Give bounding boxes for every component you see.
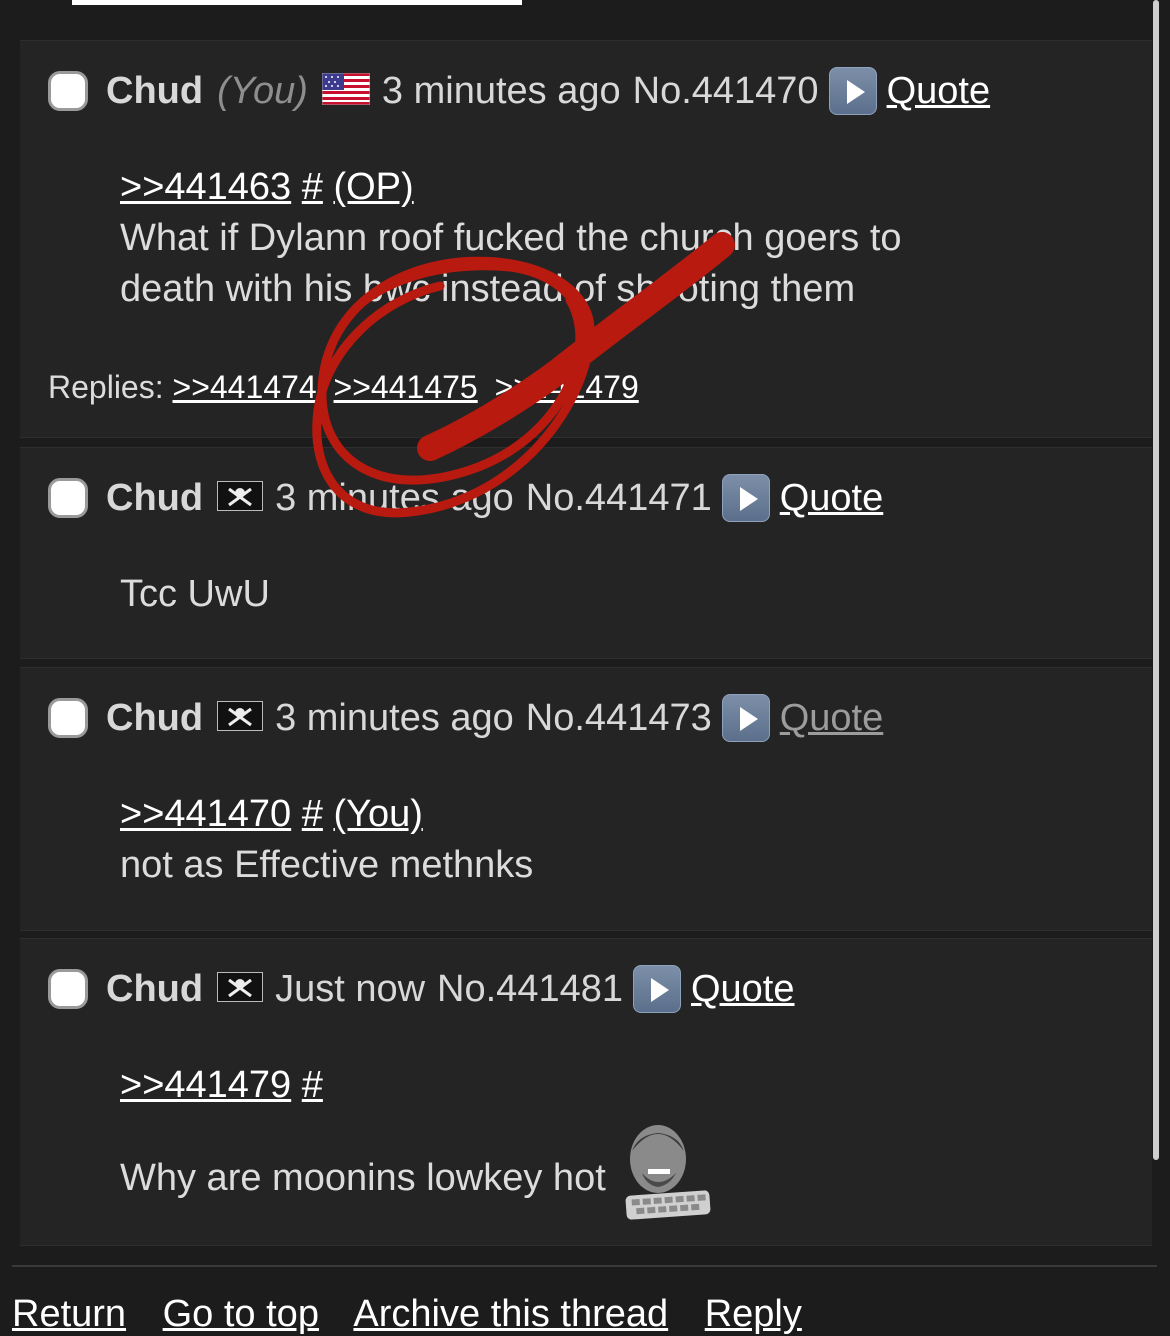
post-441481: Chud Just now No.441481 Quote >>441479 #…: [20, 938, 1152, 1246]
pirate-flag-icon: [216, 699, 265, 736]
chad-keyboard-emoji-icon: [618, 1121, 714, 1235]
post-time: 3 minutes ago: [381, 69, 621, 112]
op-tag[interactable]: (OP): [333, 166, 413, 208]
post-time: 3 minutes ago: [275, 696, 514, 739]
reply-backlink[interactable]: >>441470: [120, 793, 291, 835]
post-header: Chud 3 minutes ago No.441473 Quote: [48, 688, 883, 748]
reply-link[interactable]: >>441479: [495, 369, 639, 405]
post-body: Tcc UwU: [120, 569, 270, 620]
post-441470: Chud (You) 3 minutes ago No.441470 Quote…: [20, 40, 1152, 438]
post-body: >>441463 # (OP) What if Dylann roof fuck…: [120, 162, 902, 315]
post-text-line: Tcc UwU: [120, 573, 270, 615]
quote-link[interactable]: Quote: [887, 70, 991, 113]
you-tag[interactable]: (You): [333, 793, 422, 835]
poster-name: Chud: [106, 967, 204, 1010]
pirate-flag-icon: [216, 970, 265, 1007]
go-to-top-link[interactable]: Go to top: [163, 1293, 319, 1335]
post-number[interactable]: No.441471: [526, 477, 712, 520]
reply-link[interactable]: >>441474: [173, 369, 317, 405]
post-header: Chud (You) 3 minutes ago No.441470 Quote: [48, 61, 990, 121]
reply-hash-link[interactable]: #: [302, 1064, 323, 1106]
play-icon[interactable]: [721, 694, 770, 742]
post-checkbox[interactable]: [48, 478, 88, 518]
post-text-line: death with his bwc instead of shooting t…: [120, 268, 856, 310]
archive-thread-link[interactable]: Archive this thread: [353, 1293, 668, 1335]
quote-link[interactable]: Quote: [691, 968, 795, 1011]
poster-name: Chud: [106, 476, 204, 519]
play-icon[interactable]: [828, 67, 877, 115]
poster-name: Chud: [106, 69, 204, 112]
post-number[interactable]: No.441473: [526, 697, 712, 740]
footer-divider: [12, 1265, 1157, 1267]
you-tag: (You): [217, 69, 308, 112]
post-body: >>441479 # Why are moonins lowkey hot: [120, 1060, 714, 1235]
poster-name: Chud: [106, 696, 204, 739]
post-checkbox[interactable]: [48, 969, 88, 1009]
post-441473: Chud 3 minutes ago No.441473 Quote >>441…: [20, 667, 1152, 931]
pirate-flag-icon: [216, 479, 265, 516]
reply-link[interactable]: >>441475: [334, 369, 478, 405]
reply-backlink[interactable]: >>441463: [120, 166, 291, 208]
us-flag-icon: [321, 72, 371, 110]
post-body: >>441470 # (You) not as Effective methnk…: [120, 789, 533, 891]
play-icon[interactable]: [721, 474, 770, 522]
post-time: 3 minutes ago: [275, 476, 514, 519]
play-icon[interactable]: [632, 965, 681, 1013]
post-header: Chud Just now No.441481 Quote: [48, 959, 795, 1019]
post-text-line: Why are moonins lowkey hot: [120, 1156, 606, 1199]
quote-link[interactable]: Quote: [780, 477, 884, 520]
scrollbar[interactable]: [1153, 0, 1159, 1160]
reply-hash-link[interactable]: #: [302, 793, 323, 835]
post-text-line: not as Effective methnks: [120, 844, 534, 886]
post-checkbox[interactable]: [48, 698, 88, 738]
post-number[interactable]: No.441470: [633, 70, 819, 113]
reply-hash-link[interactable]: #: [302, 166, 323, 208]
replies-row: Replies: >>441474 >>441475 >>441479: [48, 369, 647, 406]
replies-label: Replies:: [48, 369, 164, 405]
reply-backlink[interactable]: >>441479: [120, 1064, 291, 1106]
post-time: Just now: [275, 967, 426, 1010]
reply-link[interactable]: Reply: [705, 1293, 802, 1335]
quote-link[interactable]: Quote: [780, 697, 884, 740]
post-441471: Chud 3 minutes ago No.441471 Quote Tcc U…: [20, 447, 1152, 659]
post-header: Chud 3 minutes ago No.441471 Quote: [48, 468, 883, 528]
footer-nav: Return Go to top Archive this thread Rep…: [12, 1293, 828, 1336]
post-text-line: What if Dylann roof fucked the church go…: [120, 217, 902, 259]
post-checkbox[interactable]: [48, 71, 88, 111]
post-number[interactable]: No.441481: [437, 968, 623, 1011]
top-input-bar: [72, 0, 522, 5]
return-link[interactable]: Return: [12, 1293, 126, 1335]
